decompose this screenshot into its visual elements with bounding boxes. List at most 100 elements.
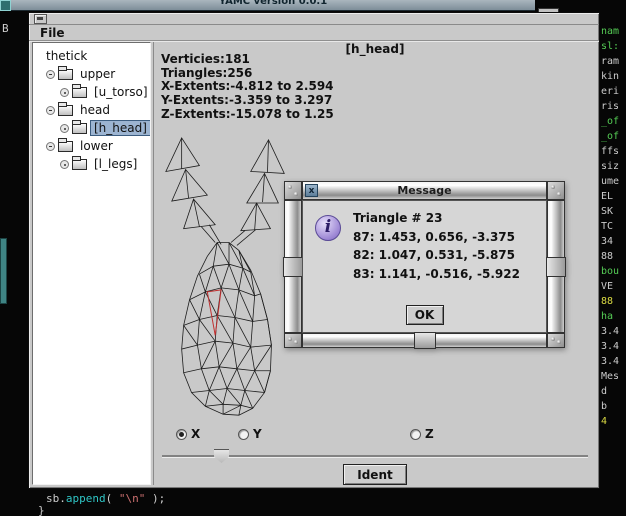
dialog-corner-ornament xyxy=(547,181,565,200)
mesh-stats: Verticies:181Triangles:256X-Extents:-4.8… xyxy=(161,53,334,122)
tree-item[interactable]: [l_legs] xyxy=(33,155,150,173)
slider-thumb[interactable] xyxy=(214,449,229,463)
tree-toggle-icon[interactable] xyxy=(46,70,55,79)
axis-radio-group: X Y Z xyxy=(154,427,596,443)
tree-item-label[interactable]: [l_legs] xyxy=(91,157,140,171)
dialog-close-button[interactable]: x xyxy=(305,184,318,197)
background-window-fragment xyxy=(0,0,11,11)
window-menu-button[interactable] xyxy=(34,14,47,24)
terminal-line: 88 xyxy=(601,294,619,309)
tree-toggle-icon[interactable] xyxy=(46,142,55,151)
terminal-line: d xyxy=(601,384,619,399)
code-token: append xyxy=(66,492,106,505)
terminal-line: bou xyxy=(601,264,619,279)
terminal-fragment-text: B xyxy=(2,22,9,35)
ok-button[interactable]: OK xyxy=(406,305,444,325)
window-titlebar[interactable] xyxy=(29,13,599,25)
terminal-code-line: sb.append( "\n" ); xyxy=(46,492,165,505)
folder-icon xyxy=(72,159,87,170)
radio-label: Y xyxy=(253,427,262,441)
terminal-line: _of xyxy=(601,129,619,144)
ident-button[interactable]: Ident xyxy=(343,464,407,485)
dialog-corner-ornament xyxy=(284,333,302,348)
terminal-line: siz xyxy=(601,159,619,174)
highlighted-triangle[interactable] xyxy=(207,290,221,335)
terminal-scrollbar-fragment xyxy=(0,238,7,304)
radio-icon[interactable] xyxy=(238,429,249,440)
terminal-line: ram xyxy=(601,54,619,69)
message-line: Triangle # 23 xyxy=(353,209,520,228)
terminal-line: ume xyxy=(601,174,619,189)
dialog-content: Triangle # 2387: 1.453, 0.656, -3.37582:… xyxy=(302,200,547,333)
terminal-line: SK xyxy=(601,204,619,219)
terminal-line: nam xyxy=(601,24,619,39)
dialog-pipe-border xyxy=(284,200,302,333)
terminal-line: eri xyxy=(601,84,619,99)
tree-item[interactable]: [h_head] xyxy=(33,119,150,137)
folder-icon xyxy=(58,141,73,152)
terminal-line: 3.4 xyxy=(601,339,619,354)
radio-label: X xyxy=(191,427,200,441)
terminal-brace: } xyxy=(38,504,45,516)
terminal-line: ffs xyxy=(601,144,619,159)
stat-line: Verticies:181 xyxy=(161,53,334,67)
dialog-titlebar[interactable]: x Message xyxy=(302,181,547,200)
radio-option[interactable]: X xyxy=(176,427,200,441)
code-token: ( xyxy=(106,492,119,505)
axis-slider[interactable] xyxy=(162,448,588,464)
tree-toggle-icon[interactable] xyxy=(60,88,69,97)
stat-line: X-Extents:-4.812 to 2.594 xyxy=(161,80,334,94)
terminal-line: sl: xyxy=(601,39,619,54)
stat-line: Y-Extents:-3.359 to 3.297 xyxy=(161,94,334,108)
dialog-pipe-border xyxy=(302,333,547,348)
folder-icon xyxy=(58,105,73,116)
radio-icon[interactable] xyxy=(176,429,187,440)
dialog-corner-ornament xyxy=(284,181,302,200)
info-icon xyxy=(315,215,341,241)
message-row: Triangle # 2387: 1.453, 0.656, -3.37582:… xyxy=(315,209,536,283)
tree-toggle-icon[interactable] xyxy=(60,160,69,169)
terminal-lines: namsl:ramkineriris_of_offfssizumeELSKTC3… xyxy=(601,24,619,429)
tree-item-label[interactable]: lower xyxy=(77,139,116,153)
message-line: 82: 1.047, 0.531, -5.875 xyxy=(353,246,520,265)
tree-item-label[interactable]: [h_head] xyxy=(91,121,150,135)
background-window-titlebar: YAMC version 0.0.1 xyxy=(11,0,535,11)
terminal-line: 34 xyxy=(601,234,619,249)
message-line: 87: 1.453, 0.656, -3.375 xyxy=(353,228,520,247)
folder-icon xyxy=(72,87,87,98)
tree-item[interactable]: thetick xyxy=(33,47,150,65)
radio-option[interactable]: Y xyxy=(238,427,262,441)
tree-toggle-icon[interactable] xyxy=(46,106,55,115)
message-text: Triangle # 2387: 1.453, 0.656, -3.37582:… xyxy=(353,209,520,283)
tree-item-label[interactable]: upper xyxy=(77,67,118,81)
radio-icon[interactable] xyxy=(410,429,421,440)
dialog-pipe-border xyxy=(547,200,565,333)
terminal-line: Mes xyxy=(601,369,619,384)
terminal-line: EL xyxy=(601,189,619,204)
tree-item-label[interactable]: [u_torso] xyxy=(91,85,151,99)
tree-item-label[interactable]: thetick xyxy=(43,49,90,63)
code-token: ); xyxy=(145,492,165,505)
tree-item[interactable]: lower xyxy=(33,137,150,155)
folder-icon xyxy=(58,69,73,80)
terminal-line: 4 xyxy=(601,414,619,429)
tree-item[interactable]: head xyxy=(33,101,150,119)
wireframe-mesh[interactable] xyxy=(156,132,304,428)
terminal-line: VE xyxy=(601,279,619,294)
tree-item-label[interactable]: head xyxy=(77,103,113,117)
folder-icon xyxy=(72,123,87,134)
terminal-line: TC xyxy=(601,219,619,234)
message-dialog: x Message Triangle # 2387: 1.453, 0.656,… xyxy=(284,181,565,348)
message-line: 83: 1.141, -0.516, -5.922 xyxy=(353,265,520,284)
terminal-line: b xyxy=(601,399,619,414)
dialog-corner-ornament xyxy=(547,333,565,348)
tree-toggle-icon[interactable] xyxy=(60,124,69,133)
tree-item[interactable]: [u_torso] xyxy=(33,83,150,101)
menu-file[interactable]: File xyxy=(40,26,65,40)
radio-option[interactable]: Z xyxy=(410,427,434,441)
tree-panel: thetick upper [u_torso] head [h_head] xyxy=(32,42,151,485)
terminal-line: kin xyxy=(601,69,619,84)
tree-item[interactable]: upper xyxy=(33,65,150,83)
terminal-line: 88 xyxy=(601,249,619,264)
dialog-title: Message xyxy=(397,184,451,197)
